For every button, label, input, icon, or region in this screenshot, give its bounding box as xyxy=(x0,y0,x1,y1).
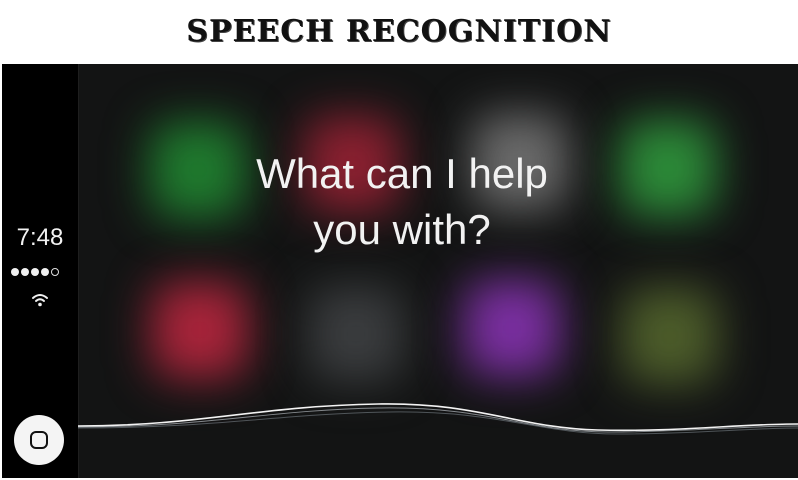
blurred-app-icon xyxy=(464,280,560,376)
home-button[interactable] xyxy=(14,415,64,465)
siri-prompt: What can I help you with? xyxy=(202,146,602,258)
signal-dot xyxy=(41,268,49,276)
blurred-app-icon xyxy=(620,120,716,216)
wifi-icon xyxy=(32,294,48,307)
signal-dot xyxy=(21,268,29,276)
siri-prompt-line2: you with? xyxy=(313,206,491,253)
signal-dot xyxy=(31,268,39,276)
signal-dot xyxy=(51,268,59,276)
carplay-screen: 7:48 What can I help you with? xyxy=(2,64,798,478)
banner-title: SPEECH RECOGNITION xyxy=(186,14,612,49)
blurred-app-icon xyxy=(152,282,248,378)
blurred-app-icon xyxy=(622,288,718,384)
clock: 7:48 xyxy=(16,224,64,251)
signal-strength-icon xyxy=(11,266,59,278)
siri-prompt-line1: What can I help xyxy=(256,150,548,197)
blurred-app-icon xyxy=(308,286,404,382)
home-button-icon xyxy=(30,431,48,449)
banner: SPEECH RECOGNITION xyxy=(0,0,798,64)
siri-waveform xyxy=(78,403,798,435)
signal-dot xyxy=(11,268,19,276)
sidebar: 7:48 xyxy=(2,64,79,478)
